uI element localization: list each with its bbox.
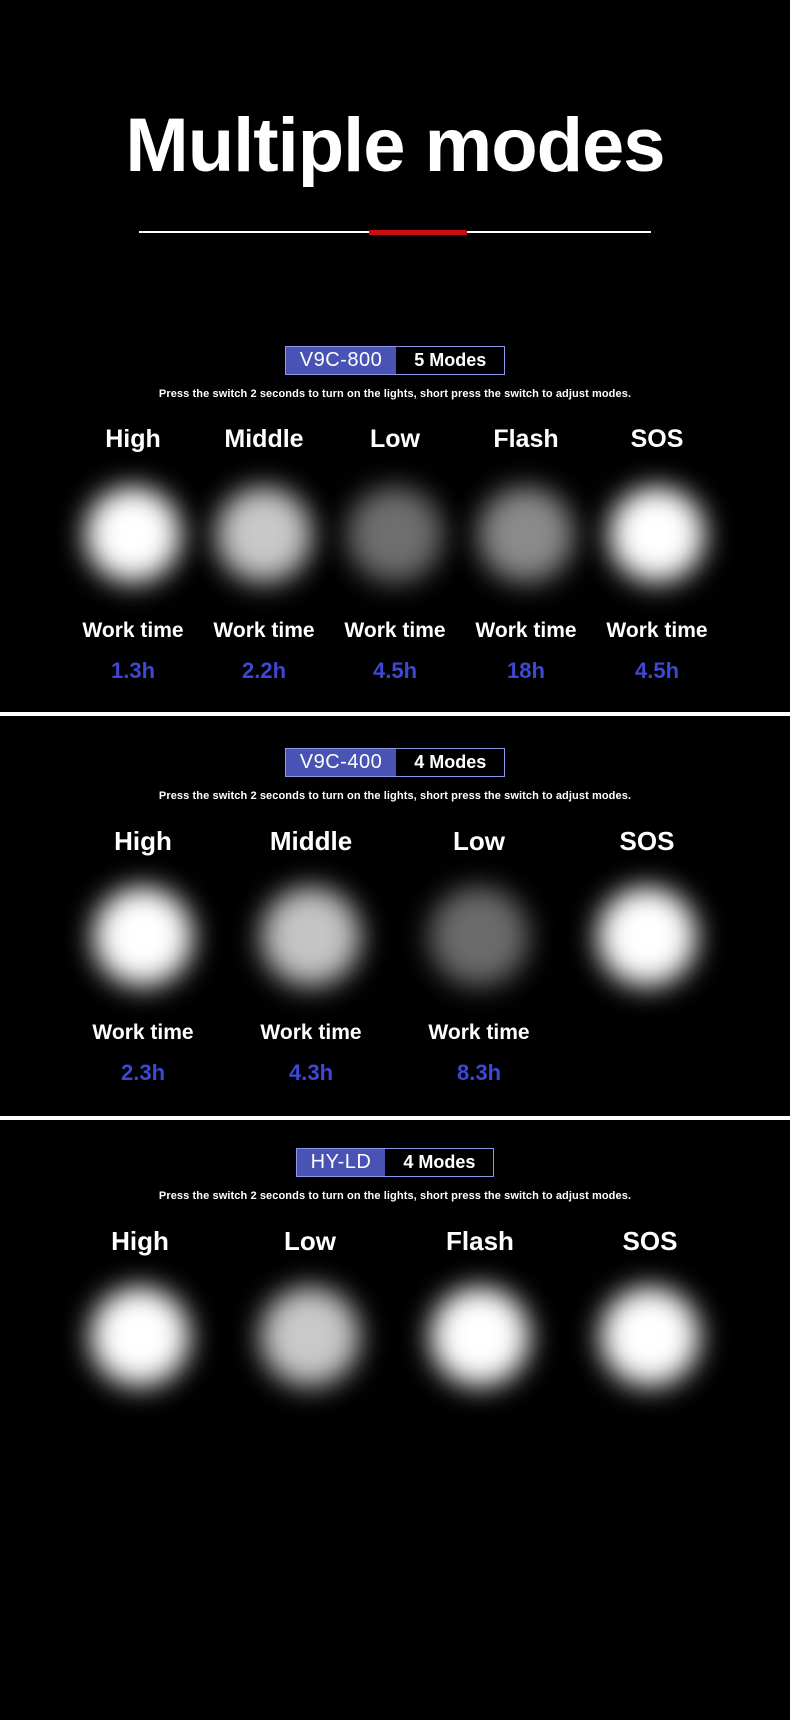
mode-item[interactable]: Low Work time 8.3h [395, 824, 563, 1090]
mode-item[interactable]: High Work time 1.3h [68, 422, 199, 688]
product-section-v9c-400: V9C-400 4 Modes Press the switch 2 secon… [0, 716, 790, 1116]
light-glow-icon [212, 484, 316, 588]
worktime-value: 8.3h [456, 1060, 502, 1085]
worktime-label: Work time [92, 1021, 194, 1044]
mode-name: Low [453, 826, 505, 856]
worktime-value: 2.3h [120, 1060, 166, 1085]
light-glow-icon [426, 1284, 534, 1392]
model-name: HY-LD [296, 1149, 386, 1176]
light-glow-icon [257, 884, 365, 992]
model-name: V9C-400 [285, 749, 397, 776]
glow-container [55, 1258, 225, 1418]
model-badge[interactable]: V9C-400 4 Modes [284, 748, 506, 777]
glow-container [395, 1258, 565, 1418]
light-glow-icon [256, 1284, 364, 1392]
mode-name: High [114, 826, 172, 856]
light-glow-icon [81, 484, 185, 588]
mode-name: SOS [630, 425, 684, 453]
modes-grid: High Work time 1.3h Middle Work time 2.2… [0, 422, 790, 712]
mode-item[interactable]: Middle Work time 4.3h [227, 824, 395, 1090]
glow-container [227, 858, 395, 1018]
glow-container [59, 858, 227, 1018]
glow-container [330, 456, 461, 616]
glow-container [199, 456, 330, 616]
glow-container [592, 456, 723, 616]
modes-grid: High Work time 2.3h Middle Work time 4.3… [0, 824, 790, 1116]
light-glow-icon [474, 484, 578, 588]
modes-count: 4 Modes [385, 1149, 494, 1176]
mode-name: Flash [493, 425, 559, 453]
instruction-text: Press the switch 2 seconds to turn on th… [158, 388, 632, 400]
worktime-value [563, 1056, 731, 1090]
mode-item[interactable]: SOS Work time 4.5h [592, 422, 723, 688]
mode-item[interactable]: High Work time 2.3h [59, 824, 227, 1090]
product-section-hy-ld: HY-LD 4 Modes Press the switch 2 seconds… [0, 1120, 790, 1418]
glow-container [565, 1258, 735, 1418]
light-glow-icon [343, 484, 447, 588]
instruction-text: Press the switch 2 seconds to turn on th… [158, 790, 632, 802]
light-glow-icon [86, 1284, 194, 1392]
glow-container [225, 1258, 395, 1418]
mode-item[interactable]: Flash [395, 1224, 565, 1418]
mode-name: Middle [224, 425, 304, 453]
light-glow-icon [593, 884, 701, 992]
mode-name: Flash [446, 1226, 514, 1256]
model-name: V9C-800 [285, 347, 397, 374]
glow-container [461, 456, 592, 616]
worktime-value: 18h [507, 658, 545, 683]
worktime-label: Work time [428, 1021, 530, 1044]
worktime-value: 4.5h [634, 658, 680, 683]
worktime-label: Work time [344, 619, 446, 642]
mode-item[interactable]: Low Work time 4.5h [330, 422, 461, 688]
glow-container [68, 456, 199, 616]
mode-item[interactable]: Low [225, 1224, 395, 1418]
worktime-label [563, 1018, 731, 1048]
product-section-v9c-800: V9C-800 5 Modes Press the switch 2 secon… [0, 235, 790, 712]
light-glow-icon [596, 1284, 704, 1392]
mode-name: SOS [622, 1226, 678, 1256]
mode-item[interactable]: SOS [565, 1224, 735, 1418]
mode-item[interactable]: Flash Work time 18h [461, 422, 592, 688]
model-badge[interactable]: V9C-800 5 Modes [284, 346, 506, 375]
worktime-label: Work time [213, 619, 315, 642]
model-badge[interactable]: HY-LD 4 Modes [295, 1148, 495, 1177]
worktime-label: Work time [606, 619, 708, 642]
mode-name: Low [370, 425, 420, 453]
model-badge-row-3: HY-LD 4 Modes [0, 1148, 790, 1177]
glow-container [563, 858, 731, 1018]
worktime-label: Work time [260, 1021, 362, 1044]
worktime-value: 4.5h [372, 658, 418, 683]
mode-name: Low [284, 1226, 336, 1256]
mode-name: High [111, 1226, 169, 1256]
light-glow-icon [425, 884, 533, 992]
mode-name: High [105, 425, 161, 453]
mode-name: Middle [269, 826, 353, 856]
worktime-value: 1.3h [110, 658, 156, 683]
modes-count: 5 Modes [396, 347, 505, 374]
glow-container [395, 858, 563, 1018]
mode-item[interactable]: High [55, 1224, 225, 1418]
worktime-label: Work time [82, 619, 184, 642]
model-badge-row-2: V9C-400 4 Modes [0, 748, 790, 777]
page-title: Multiple modes [125, 103, 665, 188]
worktime-value: 4.3h [288, 1060, 334, 1085]
instruction-text: Press the switch 2 seconds to turn on th… [158, 1190, 632, 1202]
page-header: Multiple modes [0, 0, 790, 235]
mode-item[interactable]: SOS [563, 824, 731, 1090]
mode-name: SOS [619, 826, 675, 856]
light-glow-icon [89, 884, 197, 992]
worktime-value: 2.2h [241, 658, 287, 683]
light-glow-icon [605, 484, 709, 588]
mode-item[interactable]: Middle Work time 2.2h [199, 422, 330, 688]
worktime-label: Work time [475, 619, 577, 642]
model-badge-row-1: V9C-800 5 Modes [0, 346, 790, 375]
modes-count: 4 Modes [396, 749, 505, 776]
modes-grid: High Low Flash SOS [0, 1224, 790, 1418]
